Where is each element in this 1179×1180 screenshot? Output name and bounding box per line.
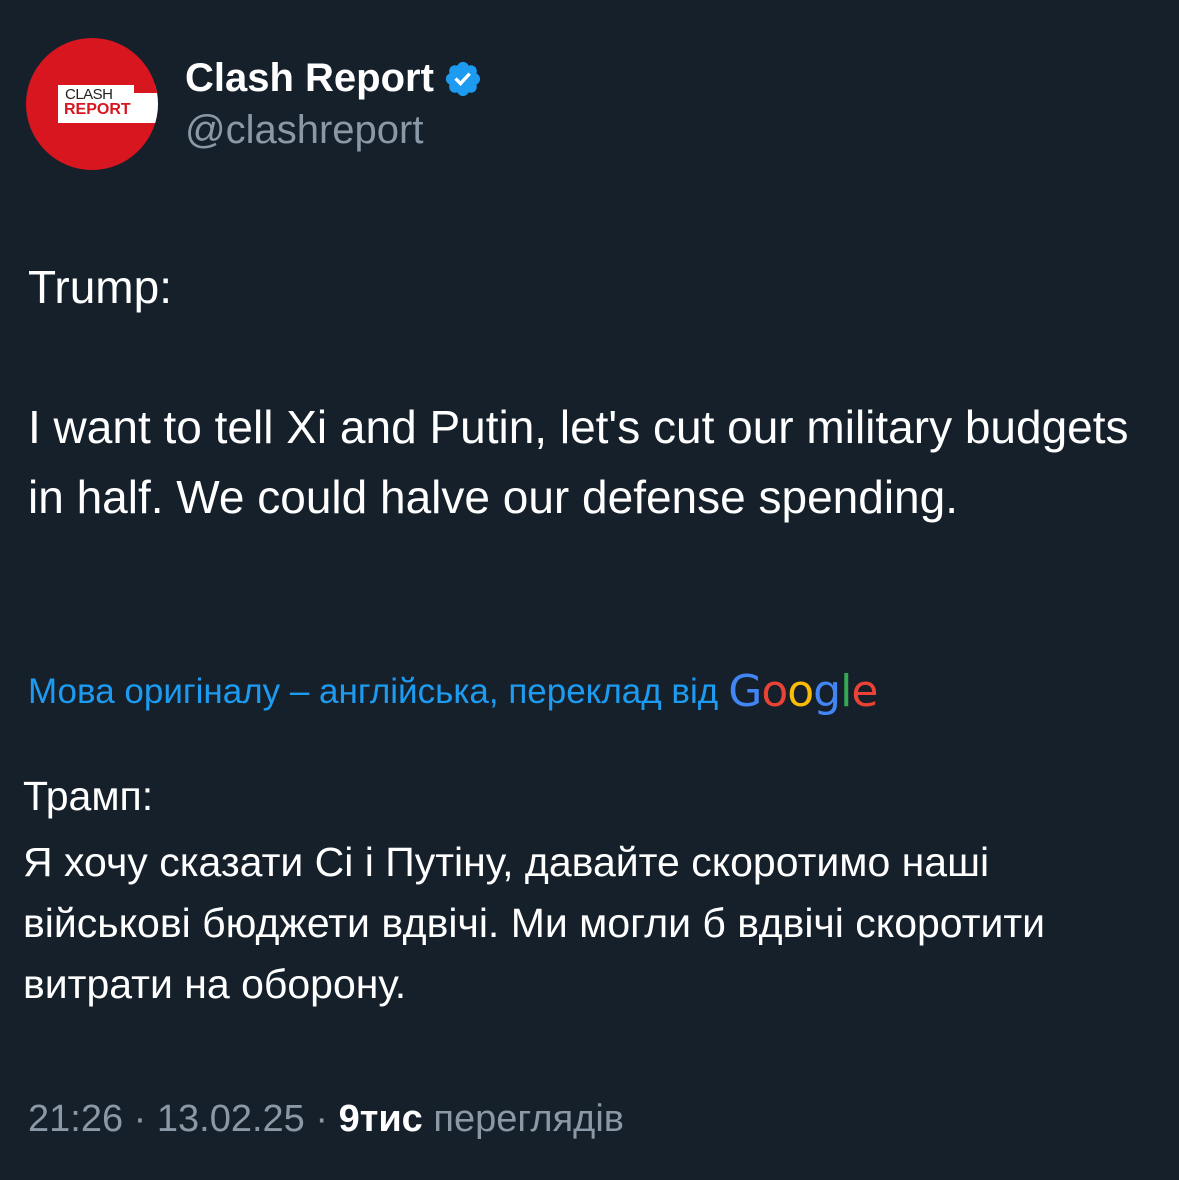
meta-separator: ·: [133, 1098, 147, 1140]
tweet-quote: I want to tell Xi and Putin, let's cut o…: [28, 401, 1129, 523]
views-count[interactable]: 9тис: [339, 1098, 423, 1140]
tweet-meta: 21:26 · 13.02.25 · 9тис переглядів: [28, 1094, 624, 1144]
avatar-logo-text-bottom: REPORT: [64, 101, 131, 118]
account-handle[interactable]: @clashreport: [185, 106, 483, 154]
tweet-view: CLASH REPORT Clash Report @clashreport T…: [0, 0, 1179, 1180]
translation-notice[interactable]: Мова оригіналу – англійська, переклад ві…: [28, 664, 878, 720]
translation-notice-text: Мова оригіналу – англійська, переклад ві…: [28, 672, 719, 711]
display-name[interactable]: Clash Report: [185, 54, 434, 102]
name-row: Clash Report: [185, 54, 483, 102]
avatar[interactable]: CLASH REPORT: [26, 38, 158, 170]
avatar-logo-notch: [134, 85, 158, 93]
tweet-text: Trump: I want to tell Xi and Putin, let'…: [28, 252, 1148, 532]
translated-text: Трамп: Я хочу сказати Сі і Путіну, давай…: [23, 766, 1153, 1015]
translated-speaker: Трамп:: [23, 773, 154, 819]
account-identity: Clash Report @clashreport: [185, 54, 483, 154]
tweet-time[interactable]: 21:26: [28, 1098, 123, 1140]
tweet-speaker: Trump:: [28, 261, 172, 313]
views-label[interactable]: переглядів: [433, 1098, 624, 1140]
tweet-date[interactable]: 13.02.25: [157, 1098, 305, 1140]
google-logo-icon: Google: [728, 666, 878, 717]
verified-badge-icon[interactable]: [443, 59, 483, 99]
translated-quote: Я хочу сказати Сі і Путіну, давайте скор…: [23, 839, 1046, 1007]
tweet-header: CLASH REPORT Clash Report @clashreport: [26, 38, 483, 170]
meta-separator: ·: [315, 1098, 329, 1140]
